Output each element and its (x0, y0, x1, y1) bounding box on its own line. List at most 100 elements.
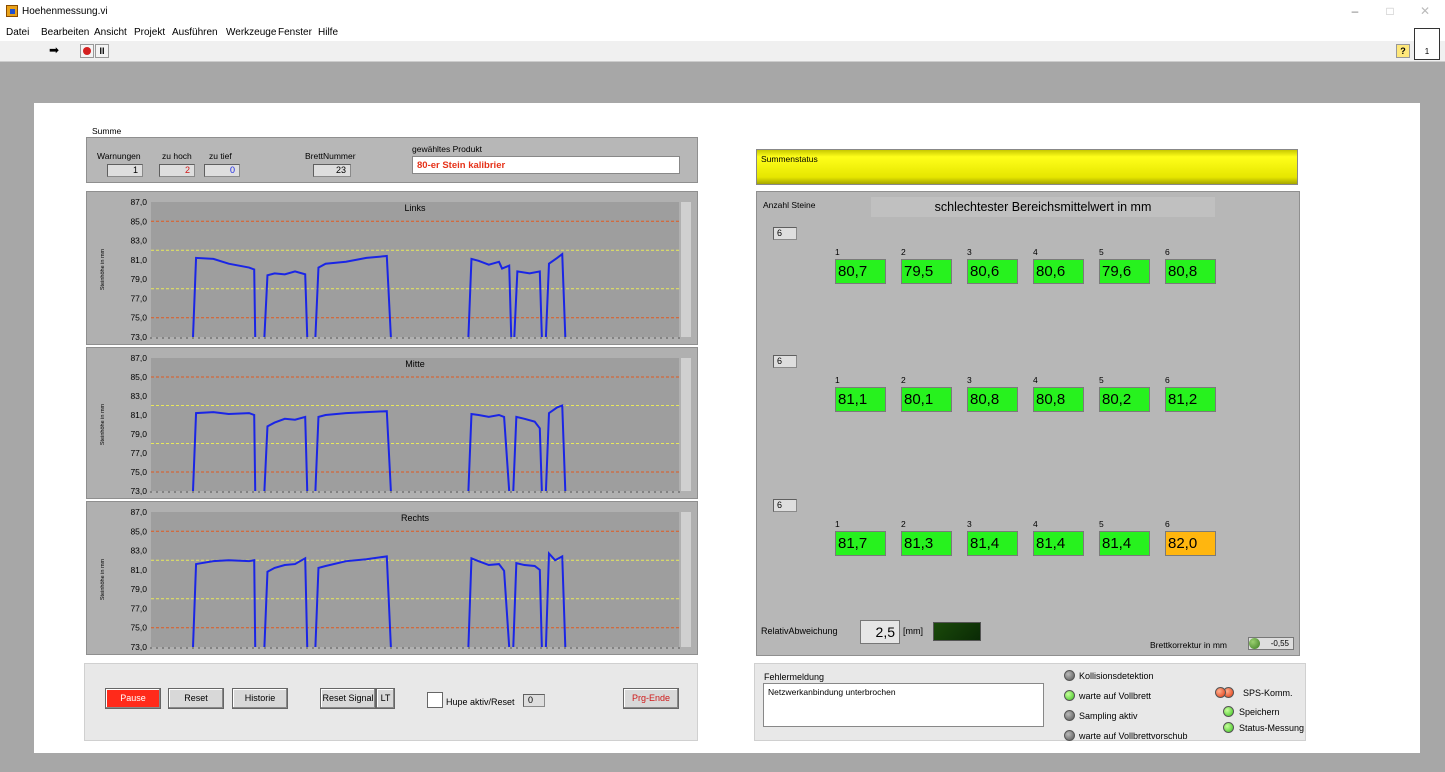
chart-mitte-plot: 87,0 85,0 83,0 81,0 79,0 77,0 75,0 73,0 Steinhöh… (100, 353, 691, 496)
plot-area (151, 512, 679, 647)
anzahl-steine-value[interactable]: 6 (773, 499, 797, 512)
y-tick-label: 75,0 (130, 313, 147, 323)
fehlermeldung-label: Fehlermeldung (764, 672, 825, 682)
stein-mittelwert: 80,7 (835, 259, 886, 284)
relativabweichung-unit: [mm] (903, 626, 923, 636)
stein-number: 5 (1099, 375, 1104, 385)
y-tick-label: 77,0 (130, 603, 147, 613)
stein-mittelwert: 81,4 (967, 531, 1018, 556)
minimize-button[interactable]: – (1345, 4, 1365, 18)
summe-label: Summe (92, 126, 122, 136)
stein-mittelwert: 80,8 (967, 387, 1018, 412)
stein-number: 4 (1033, 375, 1038, 385)
historie-button[interactable]: Historie (232, 688, 288, 709)
produkt-value[interactable]: 80-er Stein kalibrier (412, 156, 680, 174)
y-tick-label: 87,0 (130, 197, 147, 207)
prg-ende-button[interactable]: Prg-Ende (623, 688, 679, 709)
status-led-icon (1223, 706, 1234, 717)
stein-mittelwert: 81,7 (835, 531, 886, 556)
toolbar: ➡ II ? 1 (0, 28, 1445, 62)
menu-bar: Datei Bearbeiten Ansicht Projekt Ausführ… (0, 24, 1445, 41)
hupe-checkbox[interactable] (427, 692, 443, 708)
chart-title: Rechts (401, 513, 430, 523)
stein-number: 3 (967, 247, 972, 257)
zuhoch-value: 2 (159, 164, 195, 177)
y-tick-label: 81,0 (130, 565, 147, 575)
anzahl-steine-label: Anzahl Steine (763, 200, 816, 210)
menu-datei[interactable]: Datei (6, 27, 29, 38)
y-tick-label: 73,0 (130, 486, 147, 496)
y-tick-label: 81,0 (130, 410, 147, 420)
relativabweichung-value[interactable]: 2,5 (860, 620, 900, 644)
y-tick-label: 85,0 (130, 526, 147, 536)
menu-hilfe[interactable]: Hilfe (318, 27, 338, 38)
status-led-icon (1064, 710, 1075, 721)
produkt-label: gewähltes Produkt (412, 144, 482, 154)
menu-projekt[interactable]: Projekt (134, 27, 165, 38)
chart-links: 87,0 85,0 83,0 81,0 79,0 77,0 75,0 73,0 Steinhöh… (86, 191, 698, 345)
stein-number: 3 (967, 519, 972, 529)
y-tick-label: 83,0 (130, 236, 147, 246)
menu-werkzeuge[interactable]: Werkzeuge (226, 27, 276, 38)
brettkorrektur-knob-icon[interactable] (1249, 638, 1260, 649)
stein-mittelwert: 79,5 (901, 259, 952, 284)
status-area: Fehlermeldung Netzwerkanbindung unterbro… (754, 663, 1306, 741)
pause-icon[interactable]: II (95, 44, 109, 58)
chart-mitte: 87,0 85,0 83,0 81,0 79,0 77,0 75,0 73,0 Steinhöh… (86, 347, 698, 499)
y-tick-label: 87,0 (130, 353, 147, 363)
stein-mittelwert: 81,4 (1033, 531, 1084, 556)
y-tick-label: 73,0 (130, 332, 147, 342)
hupe-counter: 0 (523, 694, 545, 707)
menu-bearbeiten[interactable]: Bearbeiten (41, 27, 89, 38)
y-tick-label: 75,0 (130, 467, 147, 477)
stein-mittelwert: 81,3 (901, 531, 952, 556)
menu-ausfuehren[interactable]: Ausführen (172, 27, 218, 38)
close-button[interactable]: ✕ (1415, 4, 1435, 18)
status-led-label: Speichern (1239, 707, 1280, 717)
lt-button[interactable]: LT (376, 688, 395, 709)
brettnummer-value: 23 (313, 164, 351, 177)
chart-title: Mitte (405, 359, 425, 369)
warnungen-label: Warnungen (97, 151, 141, 161)
stein-number: 2 (901, 375, 906, 385)
anzahl-steine-value[interactable]: 6 (773, 227, 797, 240)
chart-rechts: 87,0 85,0 83,0 81,0 79,0 77,0 75,0 73,0 Steinhöh… (86, 501, 698, 655)
stein-number: 5 (1099, 519, 1104, 529)
results-panel: Anzahl Steine schlechtester Bereichsmitt… (756, 191, 1300, 656)
menu-ansicht[interactable]: Ansicht (94, 27, 127, 38)
anzahl-steine-value[interactable]: 6 (773, 355, 797, 368)
summenstatus-indicator: Summenstatus (756, 149, 1298, 185)
stein-mittelwert: 80,1 (901, 387, 952, 412)
maximize-button[interactable]: □ (1380, 4, 1400, 18)
stein-number: 6 (1165, 247, 1170, 257)
title-bar: Hoehenmessung.vi – □ ✕ (0, 0, 1445, 24)
run-arrow-icon[interactable]: ➡ (47, 44, 61, 58)
y-tick-label: 83,0 (130, 546, 147, 556)
reset-button[interactable]: Reset (168, 688, 224, 709)
stein-number: 1 (835, 375, 840, 385)
pause-button[interactable]: Pause (105, 688, 161, 709)
stein-number: 1 (835, 519, 840, 529)
status-led-label: warte auf Vollbrett (1079, 691, 1152, 701)
y-tick-label: 77,0 (130, 448, 147, 458)
status-led-icon (1064, 690, 1075, 701)
status-led-icon (1064, 670, 1075, 681)
reset-signal-button[interactable]: Reset Signal (320, 688, 376, 709)
menu-fenster[interactable]: Fenster (278, 27, 312, 38)
summenstatus-label: Summenstatus (761, 154, 818, 164)
abort-icon[interactable] (80, 44, 94, 58)
stein-mittelwert: 82,0 (1165, 531, 1216, 556)
stein-mittelwert: 80,8 (1165, 259, 1216, 284)
y-tick-label: 77,0 (130, 293, 147, 303)
help-icon[interactable]: ? (1396, 44, 1410, 58)
status-led-label: warte auf Vollbrettvorschub (1079, 731, 1188, 741)
vi-connector-icon: 1 (1414, 28, 1440, 60)
chart-scrollbar (681, 358, 691, 491)
relativabweichung-led (933, 622, 981, 641)
status-led-label: Sampling aktiv (1079, 711, 1138, 721)
y-tick-label: 75,0 (130, 623, 147, 633)
control-cluster: Pause Reset Historie Reset Signal LT Hup… (84, 663, 698, 741)
stein-number: 6 (1165, 375, 1170, 385)
zutief-label: zu tief (209, 151, 232, 161)
y-tick-label: 85,0 (130, 372, 147, 382)
